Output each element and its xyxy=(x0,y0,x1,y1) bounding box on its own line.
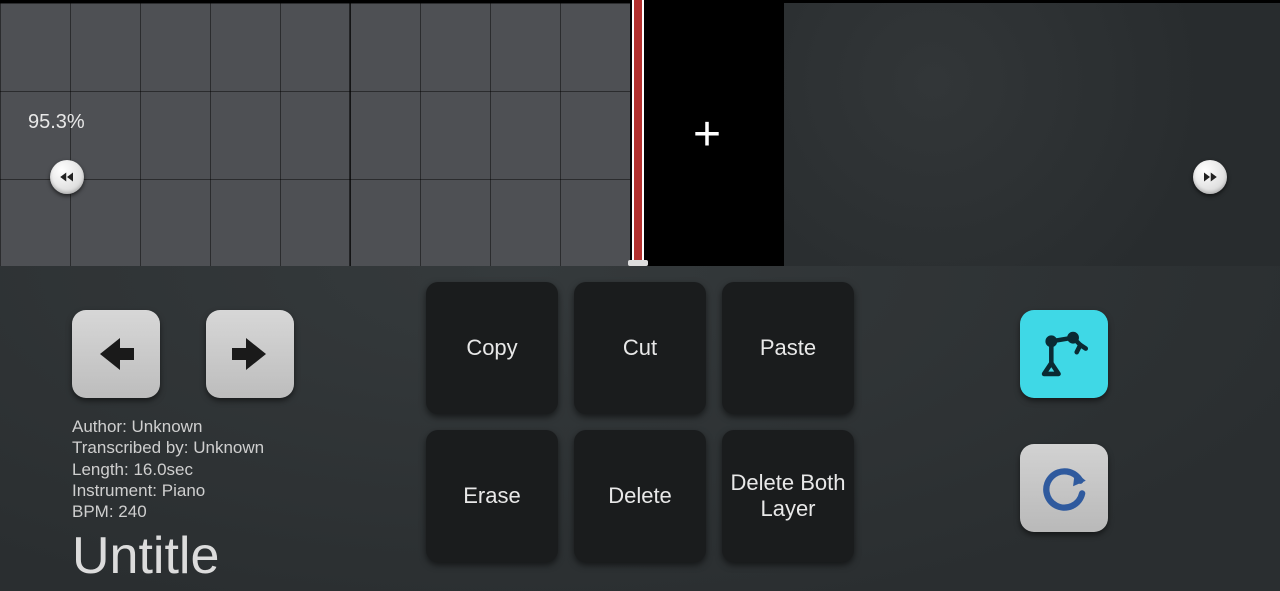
autoplay-button[interactable] xyxy=(1020,310,1108,398)
seek-back-button[interactable] xyxy=(50,160,84,194)
paste-button[interactable]: Paste xyxy=(722,282,854,414)
copy-button[interactable]: Copy xyxy=(426,282,558,414)
next-button[interactable] xyxy=(206,310,294,398)
rewind-icon xyxy=(58,168,76,186)
plus-icon: + xyxy=(693,111,721,159)
fast-forward-icon xyxy=(1201,168,1219,186)
seek-forward-button[interactable] xyxy=(1193,160,1227,194)
edit-actions-grid: Copy Cut Paste Erase Delete Delete Both … xyxy=(426,282,854,562)
delete-both-layer-button[interactable]: Delete Both Layer xyxy=(722,430,854,562)
timeline-area: 95.3% + xyxy=(0,0,1280,266)
empty-segment-pane[interactable] xyxy=(784,0,1280,266)
add-segment-zone[interactable]: + xyxy=(630,0,784,266)
meta-bpm: BPM: 240 xyxy=(72,501,392,522)
song-title: Untitle xyxy=(72,526,392,586)
arrow-right-icon xyxy=(226,330,274,378)
meta-transcribed: Transcribed by: Unknown xyxy=(72,437,392,458)
refresh-button[interactable] xyxy=(1020,444,1108,532)
playhead[interactable] xyxy=(630,0,646,266)
robot-arm-icon xyxy=(1035,325,1093,383)
cut-button[interactable]: Cut xyxy=(574,282,706,414)
delete-button[interactable]: Delete xyxy=(574,430,706,562)
controls-panel: Author: Unknown Transcribed by: Unknown … xyxy=(0,266,1280,591)
erase-button[interactable]: Erase xyxy=(426,430,558,562)
note-grid[interactable]: 95.3% xyxy=(0,0,630,266)
song-metadata: Author: Unknown Transcribed by: Unknown … xyxy=(72,416,392,522)
arrow-left-icon xyxy=(92,330,140,378)
zoom-percent-label: 95.3% xyxy=(28,111,85,134)
meta-author: Author: Unknown xyxy=(72,416,392,437)
meta-instrument: Instrument: Piano xyxy=(72,480,392,501)
prev-button[interactable] xyxy=(72,310,160,398)
refresh-icon xyxy=(1035,459,1093,517)
meta-length: Length: 16.0sec xyxy=(72,459,392,480)
